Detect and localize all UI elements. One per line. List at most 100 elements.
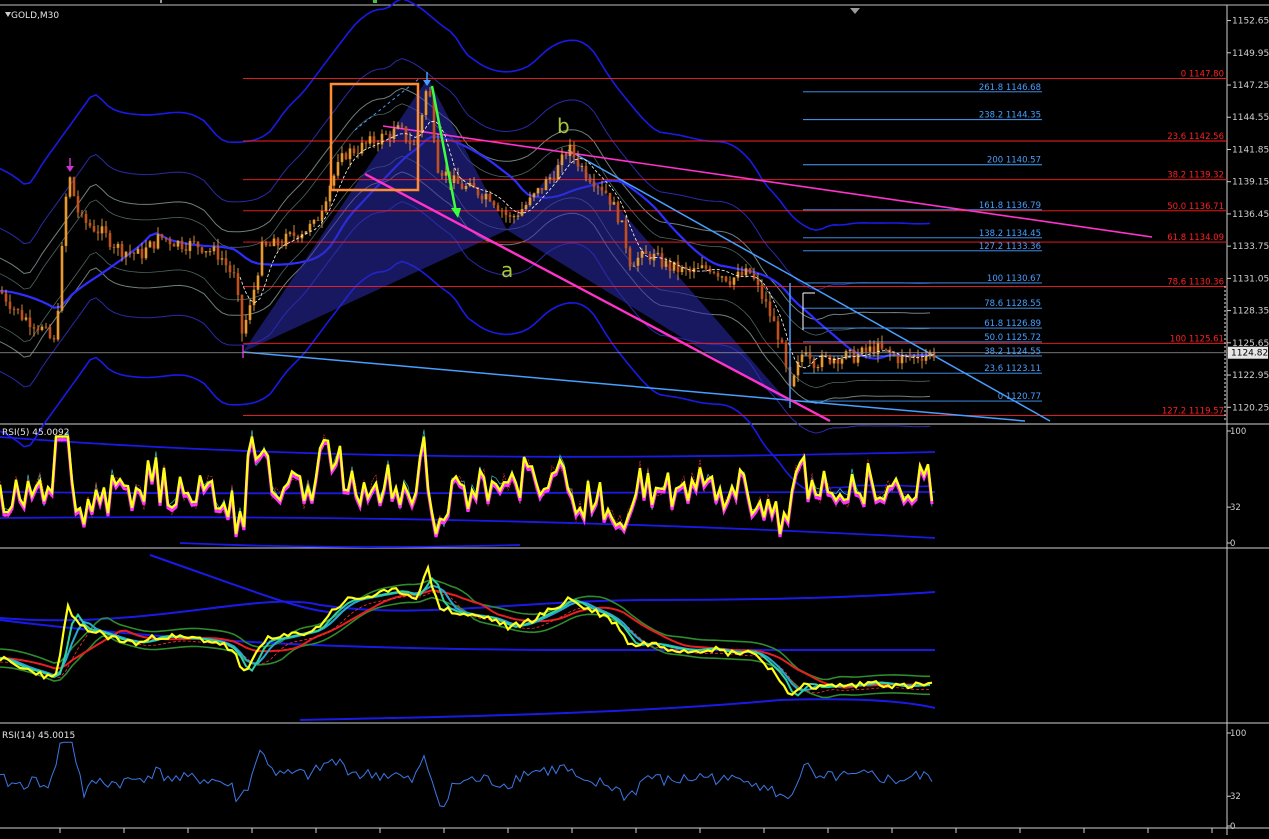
candle-body bbox=[24, 317, 28, 320]
fib-red-label: 50.0 1136.71 bbox=[1167, 202, 1224, 212]
candle-body bbox=[636, 257, 640, 266]
candle-body bbox=[120, 243, 124, 257]
candle-body bbox=[240, 294, 244, 334]
candle-body bbox=[548, 177, 552, 180]
candle-body bbox=[520, 209, 524, 216]
candle-body bbox=[112, 246, 116, 248]
candle-body bbox=[792, 375, 796, 387]
candle-body bbox=[284, 233, 288, 246]
candle-body bbox=[356, 153, 360, 155]
candle-body bbox=[828, 355, 832, 364]
candle-body bbox=[148, 241, 152, 248]
fib-blue-label: 200 1140.57 bbox=[987, 156, 1041, 166]
candle-body bbox=[736, 271, 740, 278]
candle-body bbox=[728, 281, 732, 285]
candle-body bbox=[44, 326, 48, 328]
candle-body bbox=[912, 355, 916, 358]
candle-body bbox=[812, 358, 816, 368]
rsi14-tick-label: 0 bbox=[1230, 822, 1235, 832]
candle-body bbox=[40, 326, 44, 330]
candle-body bbox=[88, 222, 92, 226]
candle-body bbox=[164, 237, 168, 240]
candle-body bbox=[344, 153, 348, 160]
fib-red-label: 0 1147.80 bbox=[1181, 69, 1224, 79]
candle-body bbox=[60, 245, 64, 311]
candle-body bbox=[596, 186, 600, 188]
fib-blue-label: 261.8 1146.68 bbox=[979, 83, 1041, 93]
candle-body bbox=[264, 242, 268, 246]
candle-body bbox=[460, 183, 464, 189]
candle-body bbox=[340, 153, 344, 163]
chart-canvas[interactable]: 0 1147.80 23.6 1142.56 38.2 1139.32 50.0 11… bbox=[0, 0, 1269, 835]
fib-red-label: 100 1125.61 bbox=[1170, 334, 1224, 344]
candle-body bbox=[824, 354, 828, 356]
candle-body bbox=[900, 355, 904, 364]
candle-body bbox=[372, 136, 376, 144]
candle-body bbox=[192, 240, 196, 242]
price-tick-label: 1133.75 bbox=[1232, 242, 1269, 252]
fib-blue-label: 0 1120.77 bbox=[998, 392, 1041, 402]
rsi14-title: RSI(14) 45.0015 bbox=[2, 731, 75, 741]
candle-body bbox=[480, 195, 484, 200]
candle-body bbox=[776, 321, 780, 340]
rsi14-tick-label: 32 bbox=[1230, 792, 1241, 802]
candle-body bbox=[204, 251, 208, 253]
candle-body bbox=[216, 246, 220, 260]
candle-body bbox=[492, 201, 496, 206]
candle-body bbox=[152, 241, 156, 249]
candle-body bbox=[232, 272, 236, 274]
candle-body bbox=[424, 91, 428, 116]
candle-body bbox=[524, 205, 528, 210]
candle-body bbox=[800, 354, 804, 362]
candle-body bbox=[20, 310, 24, 320]
candle-body bbox=[864, 347, 868, 352]
candle-body bbox=[568, 144, 572, 157]
fib-blue-label: 161.8 1136.79 bbox=[979, 201, 1041, 211]
candle-body bbox=[56, 310, 60, 340]
candle-body bbox=[856, 354, 860, 363]
candle-body bbox=[740, 271, 744, 276]
candle-body bbox=[324, 201, 328, 212]
candle-body bbox=[648, 253, 652, 261]
candle-body bbox=[616, 202, 620, 223]
price-tick-label: 1136.45 bbox=[1232, 210, 1269, 220]
candle-body bbox=[540, 188, 544, 191]
candle-body bbox=[564, 154, 568, 157]
candle-body bbox=[556, 165, 560, 180]
candle-body bbox=[716, 273, 720, 277]
rsi14-tick-label: 100 bbox=[1230, 729, 1246, 739]
candle-body bbox=[188, 240, 192, 251]
candle-body bbox=[764, 298, 768, 302]
chart-window[interactable]: 0 1147.80 23.6 1142.56 38.2 1139.32 50.0 11… bbox=[0, 0, 1269, 835]
candle-body bbox=[904, 355, 908, 357]
fib-blue-label: 127.2 1133.36 bbox=[979, 242, 1041, 252]
candle-body bbox=[176, 240, 180, 247]
candle-body bbox=[244, 319, 248, 334]
candle-body bbox=[840, 358, 844, 364]
candle-body bbox=[760, 284, 764, 299]
candle-body bbox=[288, 232, 292, 234]
candle-body bbox=[64, 196, 68, 246]
candle-body bbox=[528, 197, 532, 206]
candle-body bbox=[500, 210, 504, 212]
candle-body bbox=[652, 253, 656, 261]
rsi5-tick-label: 100 bbox=[1230, 427, 1246, 437]
candle-body bbox=[48, 326, 52, 338]
candle-body bbox=[780, 339, 784, 343]
candle-body bbox=[76, 196, 80, 213]
candle-body bbox=[104, 226, 108, 234]
candle-body bbox=[712, 272, 716, 274]
candle-body bbox=[620, 220, 624, 223]
candle-body bbox=[624, 220, 628, 249]
price-tick-label: 1131.05 bbox=[1232, 274, 1269, 284]
candle-body bbox=[512, 216, 516, 218]
candle-body bbox=[336, 162, 340, 176]
price-tick-label: 1139.15 bbox=[1232, 178, 1269, 188]
candle-body bbox=[36, 328, 40, 330]
candle-body bbox=[368, 136, 372, 144]
fib-blue-label: 78.6 1128.55 bbox=[984, 299, 1041, 309]
fib-blue-label: 50.0 1125.72 bbox=[984, 333, 1041, 343]
candle-body bbox=[12, 308, 16, 310]
candle-body bbox=[408, 140, 412, 144]
candle-body bbox=[124, 251, 128, 257]
